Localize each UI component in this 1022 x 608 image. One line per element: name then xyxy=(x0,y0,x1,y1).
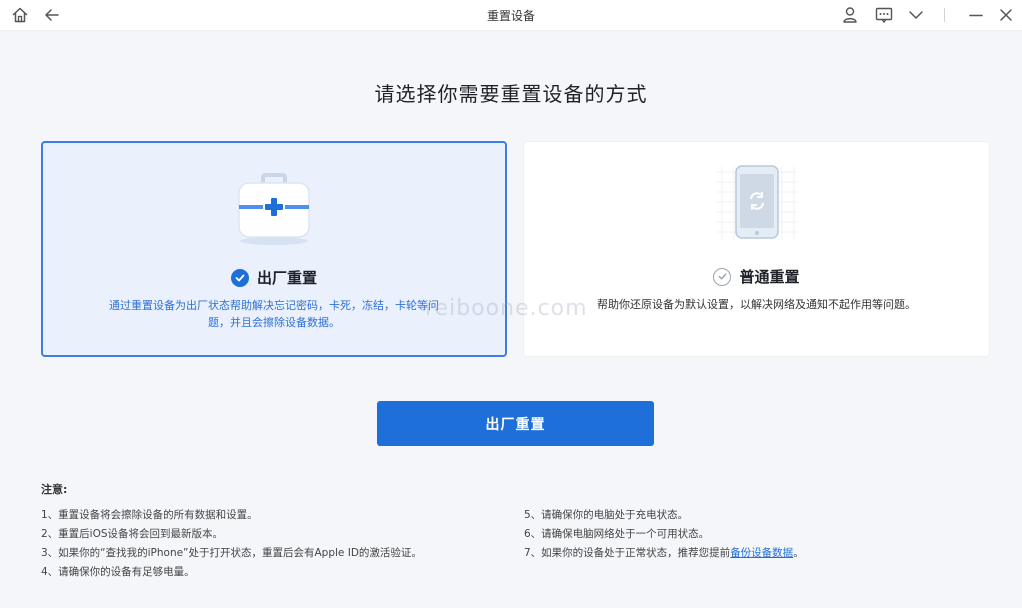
minimize-icon[interactable] xyxy=(966,5,986,25)
factory-reset-description: 通过重置设备为出厂状态帮助解决忘记密码，卡死，冻结，卡轮等问 题，并且会擦除设备… xyxy=(83,297,465,331)
note-backup-prefix: 7、如果你的设备处于正常状态，推荐您提前 xyxy=(524,547,731,559)
note-backup-suffix: 。 xyxy=(793,547,804,559)
notes-left-column: 1、重置设备将会擦除设备的所有数据和设置。 2、重置后iOS设备将会回到最新版本… xyxy=(41,506,422,582)
chevron-down-icon[interactable] xyxy=(906,5,926,25)
toolbox-icon xyxy=(229,167,319,251)
note-item: 4、请确保你的设备有足够电量。 xyxy=(41,566,195,578)
note-item: 6、请确保电脑网络处于一个可用状态。 xyxy=(524,528,710,540)
note-item: 5、请确保你的电脑处于充电状态。 xyxy=(524,509,689,521)
check-circle-filled-icon xyxy=(230,268,249,287)
normal-reset-title: 普通重置 xyxy=(739,268,800,286)
user-icon[interactable] xyxy=(840,5,860,25)
normal-reset-description: 帮助你还原设备为默认设置，以解决网络及通知不起作用等问题。 xyxy=(544,296,969,313)
window-title: 重置设备 xyxy=(486,9,535,23)
factory-reset-desc-line2: 题，并且会擦除设备数据。 xyxy=(208,316,340,329)
factory-reset-card[interactable]: 出厂重置 通过重置设备为出厂状态帮助解决忘记密码，卡死，冻结，卡轮等问 题，并且… xyxy=(41,141,507,357)
page-heading: 请选择你需要重置设备的方式 xyxy=(374,82,648,106)
title-bar-divider xyxy=(944,8,945,22)
backup-data-link[interactable]: 备份设备数据 xyxy=(730,547,793,559)
note-item: 1、重置设备将会擦除设备的所有数据和设置。 xyxy=(41,509,258,521)
close-icon[interactable] xyxy=(996,5,1016,25)
factory-reset-desc-line1: 通过重置设备为出厂状态帮助解决忘记密码，卡死，冻结，卡轮等问 xyxy=(109,299,439,312)
factory-reset-title: 出厂重置 xyxy=(256,269,317,287)
normal-reset-title-row: 普通重置 xyxy=(524,266,989,287)
check-circle-outline-icon xyxy=(713,267,732,286)
note-item: 3、如果你的“查找我的iPhone”处于打开状态，重置后会有Apple ID的激… xyxy=(41,547,422,559)
normal-reset-desc-line1: 帮助你还原设备为默认设置，以解决网络及通知不起作用等问题。 xyxy=(597,298,916,311)
title-bar: 重置设备 xyxy=(0,0,1022,31)
factory-reset-title-row: 出厂重置 xyxy=(43,267,505,288)
notes-right-column: 5、请确保你的电脑处于充电状态。 6、请确保电脑网络处于一个可用状态。 7、如果… xyxy=(524,506,804,563)
note-item-backup: 7、如果你的设备处于正常状态，推荐您提前备份设备数据。 xyxy=(524,544,804,563)
normal-reset-card[interactable]: 普通重置 帮助你还原设备为默认设置，以解决网络及通知不起作用等问题。 xyxy=(523,141,990,357)
factory-reset-button[interactable]: 出厂重置 xyxy=(377,401,654,446)
feedback-icon[interactable] xyxy=(874,5,894,25)
note-item: 2、重置后iOS设备将会回到最新版本。 xyxy=(41,528,224,540)
phone-refresh-icon xyxy=(707,164,807,248)
notes-title: 注意: xyxy=(41,483,68,496)
